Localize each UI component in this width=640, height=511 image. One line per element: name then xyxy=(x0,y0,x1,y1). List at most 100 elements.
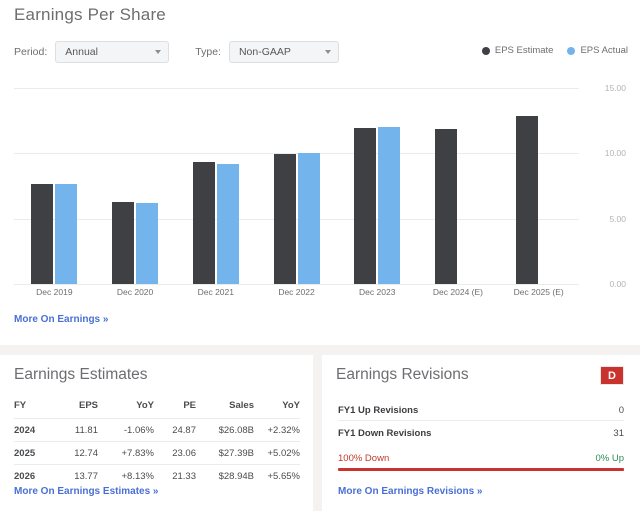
earnings-estimates-table: FY EPS YoY PE Sales YoY 2024 11.81 -1.06% 2… xyxy=(14,400,300,487)
bar-group[interactable] xyxy=(256,88,337,284)
bar-eps-actual[interactable] xyxy=(297,152,320,284)
revisions-progress-bar xyxy=(338,468,624,471)
fy1-down-revisions-label: FY1 Down Revisions xyxy=(338,428,432,439)
legend-dot-icon xyxy=(481,46,490,55)
table-row: 2025 12.74 +7.83% 23.06 $27.39B +5.02% xyxy=(14,441,300,465)
column-header-sales-yoy: YoY xyxy=(282,400,300,411)
cell-sales-yoy: +5.02% xyxy=(254,441,300,465)
chart-bars xyxy=(14,88,579,284)
y-axis-tick-label: 5.00 xyxy=(609,213,626,224)
bar-group[interactable] xyxy=(418,88,499,284)
column-header-pe: PE xyxy=(183,400,196,411)
cell-pe: 21.33 xyxy=(154,464,196,487)
percent-up-label: 0% Up xyxy=(595,453,624,464)
fy1-up-revisions-value: 0 xyxy=(618,405,624,416)
earnings-estimates-panel: Earnings Estimates FY EPS YoY PE Sales Y… xyxy=(0,355,313,511)
eps-bar-chart: 0.00 5.00 10.00 15.00 Dec 2019 Dec 2020 Dec 2… xyxy=(14,83,626,297)
bar-group[interactable] xyxy=(95,88,176,284)
bar-group[interactable] xyxy=(175,88,256,284)
legend-item-eps-estimate[interactable]: EPS Estimate xyxy=(481,45,554,56)
earnings-per-share-card: Earnings Per Share Period: Annual Type: … xyxy=(0,0,640,345)
cell-pe: 24.87 xyxy=(154,418,196,442)
x-axis-tick-label: Dec 2024 (E) xyxy=(432,287,483,297)
cell-sales: $28.94B xyxy=(196,464,254,487)
bar-eps-actual[interactable] xyxy=(378,126,401,284)
column-header-sales: Sales xyxy=(229,400,254,411)
x-axis-tick-label: Dec 2020 xyxy=(116,287,154,297)
bar-eps-actual[interactable] xyxy=(136,203,159,284)
cell-pe: 23.06 xyxy=(154,441,196,465)
x-axis-tick-label: Dec 2025 (E) xyxy=(513,287,564,297)
period-label: Period: xyxy=(14,46,48,58)
earnings-revisions-panel: Earnings Revisions D FY1 Up Revisions 0 … xyxy=(322,355,640,511)
period-select-value: Annual xyxy=(65,46,98,58)
revisions-progress-fill xyxy=(338,468,624,471)
bar-eps-actual[interactable] xyxy=(216,163,239,284)
bar-eps-estimate[interactable] xyxy=(192,162,215,284)
x-axis-tick-label: Dec 2023 xyxy=(359,287,396,297)
chart-x-axis-labels: Dec 2019 Dec 2020 Dec 2021 Dec 2022 Dec 2023… xyxy=(14,287,579,297)
x-axis-tick-label: Dec 2022 xyxy=(278,287,315,297)
cell-eps: 11.81 xyxy=(54,418,98,442)
chart-x-axis-line xyxy=(14,284,579,285)
table-row: 2026 13.77 +8.13% 21.33 $28.94B +5.65% xyxy=(14,464,300,487)
bar-eps-estimate[interactable] xyxy=(112,202,135,284)
fy1-up-revisions-row: FY1 Up Revisions 0 xyxy=(338,405,624,416)
percent-down-label: 100% Down xyxy=(338,453,390,464)
more-on-earnings-estimates-link[interactable]: More On Earnings Estimates » xyxy=(14,486,159,497)
chevron-down-icon xyxy=(155,50,162,54)
column-header-yoy: YoY xyxy=(136,400,154,411)
bar-eps-estimate[interactable] xyxy=(31,184,54,284)
column-header-fy: FY xyxy=(14,400,27,411)
y-axis-tick-label: 15.00 xyxy=(604,83,626,93)
y-axis-tick-label: 0.00 xyxy=(609,279,626,289)
more-on-earnings-link[interactable]: More On Earnings » xyxy=(14,314,108,325)
bar-group[interactable] xyxy=(498,88,579,284)
earnings-revisions-title: Earnings Revisions xyxy=(336,366,469,383)
y-axis-tick-label: 10.00 xyxy=(604,148,626,159)
cell-sales: $26.08B xyxy=(196,418,254,442)
earnings-estimates-title: Earnings Estimates xyxy=(14,366,148,383)
table-header-row: FY EPS YoY PE Sales YoY xyxy=(14,400,300,419)
fy1-up-revisions-label: FY1 Up Revisions xyxy=(338,405,419,416)
type-label: Type: xyxy=(195,46,221,58)
bar-eps-estimate[interactable] xyxy=(515,116,538,284)
revisions-divider xyxy=(338,420,624,421)
status-badge: D xyxy=(600,366,624,385)
more-on-earnings-revisions-link[interactable]: More On Earnings Revisions » xyxy=(338,486,482,497)
fy1-down-revisions-row: FY1 Down Revisions 31 xyxy=(338,428,624,439)
revisions-percent-row: 100% Down 0% Up xyxy=(338,453,624,464)
bar-eps-estimate[interactable] xyxy=(434,128,457,284)
type-select-value: Non-GAAP xyxy=(238,46,291,58)
cell-sales-yoy: +2.32% xyxy=(254,418,300,442)
bar-group[interactable] xyxy=(14,88,95,284)
column-header-eps: EPS xyxy=(78,400,98,411)
fy1-down-revisions-value: 31 xyxy=(613,428,624,439)
cell-eps: 13.77 xyxy=(54,464,98,487)
cell-sales: $27.39B xyxy=(196,441,254,465)
legend-dot-icon xyxy=(567,46,576,55)
x-axis-tick-label: Dec 2019 xyxy=(36,287,73,297)
table-row: 2024 11.81 -1.06% 24.87 $26.08B +2.32% xyxy=(14,418,300,442)
bar-eps-actual[interactable] xyxy=(55,184,78,284)
x-axis-tick-label: Dec 2021 xyxy=(197,287,234,297)
type-select[interactable]: Non-GAAP xyxy=(228,41,339,63)
period-select[interactable]: Annual xyxy=(55,41,170,63)
legend-label: EPS Actual xyxy=(580,45,628,56)
cell-fy: 2024 xyxy=(14,418,54,442)
chart-legend: EPS Estimate EPS Actual xyxy=(468,45,628,56)
legend-item-eps-actual[interactable]: EPS Actual xyxy=(567,45,628,56)
cell-fy: 2026 xyxy=(14,464,54,487)
chevron-down-icon xyxy=(324,50,331,54)
cell-sales-yoy: +5.65% xyxy=(254,464,300,487)
chart-controls: Period: Annual Type: Non-GAAP xyxy=(14,41,339,63)
cell-eps-yoy: +7.83% xyxy=(98,441,154,465)
bar-group[interactable] xyxy=(337,88,418,284)
legend-label: EPS Estimate xyxy=(494,45,554,56)
page-title: Earnings Per Share xyxy=(14,5,166,24)
bar-eps-estimate[interactable] xyxy=(273,154,296,284)
panel-gutter xyxy=(313,345,322,511)
bar-eps-estimate[interactable] xyxy=(354,127,377,284)
cell-eps: 12.74 xyxy=(54,441,98,465)
cell-eps-yoy: +8.13% xyxy=(98,464,154,487)
